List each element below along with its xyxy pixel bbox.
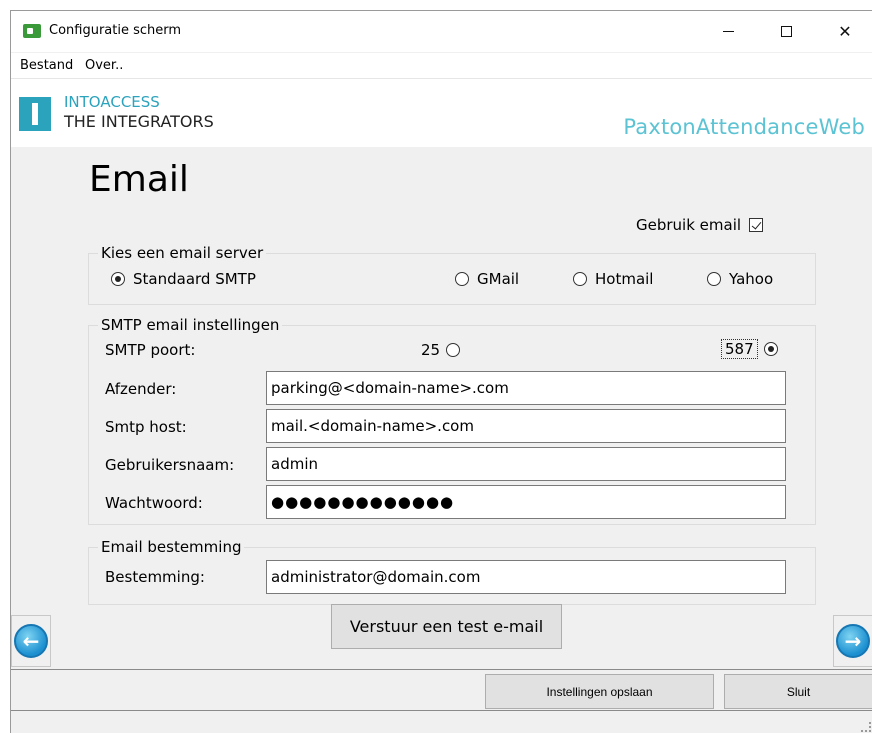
radio-standaard-smtp-dot[interactable] <box>111 272 125 286</box>
brand-header: INTOACCESS THE INTEGRATORS PaxtonAttenda… <box>11 79 872 147</box>
username-field[interactable]: admin <box>266 447 786 481</box>
menu-over[interactable]: Over.. <box>85 58 123 73</box>
radio-standaard-smtp-label: Standaard SMTP <box>133 270 256 288</box>
resize-grip-icon[interactable] <box>861 722 871 732</box>
port-587-label: 587 <box>721 339 758 359</box>
radio-gmail-label: GMail <box>477 270 520 288</box>
maximize-button[interactable] <box>757 11 815 52</box>
send-test-email-button[interactable]: Verstuur een test e-mail <box>331 604 562 649</box>
destination-label: Bestemming: <box>105 568 205 586</box>
menu-bestand[interactable]: Bestand <box>20 58 73 73</box>
arrow-left-icon: ← <box>14 624 48 658</box>
minimize-button[interactable] <box>699 11 757 52</box>
smtp-settings-group: SMTP email instellingen SMTP poort: 25 5… <box>88 316 816 525</box>
password-field[interactable]: ●●●●●●●●●●●●● <box>266 485 786 519</box>
email-server-group: Kies een email server Standaard SMTP GMa… <box>88 244 816 305</box>
email-server-legend: Kies een email server <box>98 244 267 262</box>
port-25-radio[interactable] <box>446 343 461 357</box>
port-587-radio[interactable] <box>763 342 778 356</box>
sender-label: Afzender: <box>105 380 177 398</box>
minimize-icon <box>722 31 734 32</box>
username-label: Gebruikersnaam: <box>105 456 235 474</box>
radio-yahoo-dot[interactable] <box>707 272 721 286</box>
port-587-option[interactable]: 587 <box>721 339 778 359</box>
smtp-settings-legend: SMTP email instellingen <box>98 316 283 334</box>
previous-page-button[interactable]: ← <box>11 615 51 667</box>
brand-name: INTOACCESS <box>64 93 160 111</box>
next-page-button[interactable]: → <box>833 615 872 667</box>
window-title: Configuratie scherm <box>49 23 182 38</box>
config-window: Configuratie scherm ✕ Bestand Over.. INT… <box>10 10 872 733</box>
page-title: Email <box>89 159 189 200</box>
title-bar: Configuratie scherm ✕ <box>11 11 872 52</box>
port-25-label: 25 <box>421 341 441 359</box>
maximize-icon <box>780 26 792 37</box>
smtp-host-field[interactable]: mail.<domain-name>.com <box>266 409 786 443</box>
radio-gmail-dot[interactable] <box>455 272 469 286</box>
brand-tagline: THE INTEGRATORS <box>64 112 214 131</box>
radio-hotmail[interactable]: Hotmail <box>573 270 653 288</box>
sender-field[interactable]: parking@<domain-name>.com <box>266 371 786 405</box>
menu-bar: Bestand Over.. <box>11 53 872 79</box>
close-window-button[interactable]: ✕ <box>816 11 872 52</box>
radio-hotmail-dot[interactable] <box>573 272 587 286</box>
use-email-toggle[interactable]: Gebruik email <box>636 216 764 234</box>
status-bar <box>11 711 872 733</box>
close-icon: ✕ <box>838 22 852 41</box>
radio-standaard-smtp[interactable]: Standaard SMTP <box>111 270 256 288</box>
radio-hotmail-label: Hotmail <box>595 270 654 288</box>
close-button[interactable]: Sluit <box>724 674 872 709</box>
email-destination-group: Email bestemming Bestemming: administrat… <box>88 538 816 605</box>
password-label: Wachtwoord: <box>105 494 203 512</box>
save-settings-button[interactable]: Instellingen opslaan <box>485 674 714 709</box>
radio-gmail[interactable]: GMail <box>455 270 519 288</box>
intoaccess-logo-icon <box>19 97 51 131</box>
smtp-port-label: SMTP poort: <box>105 341 196 359</box>
email-destination-legend: Email bestemming <box>98 538 245 556</box>
arrow-right-icon: → <box>836 624 870 658</box>
smtp-host-label: Smtp host: <box>105 418 187 436</box>
use-email-checkbox[interactable] <box>749 218 764 232</box>
use-email-label: Gebruik email <box>636 216 742 234</box>
radio-yahoo[interactable]: Yahoo <box>707 270 773 288</box>
product-name: PaxtonAttendanceWeb <box>623 115 865 139</box>
footer-bar: Instellingen opslaan Sluit <box>11 669 872 711</box>
radio-yahoo-label: Yahoo <box>729 270 774 288</box>
port-25-option[interactable]: 25 <box>421 341 461 359</box>
app-icon <box>23 24 41 38</box>
destination-field[interactable]: administrator@domain.com <box>266 560 786 594</box>
